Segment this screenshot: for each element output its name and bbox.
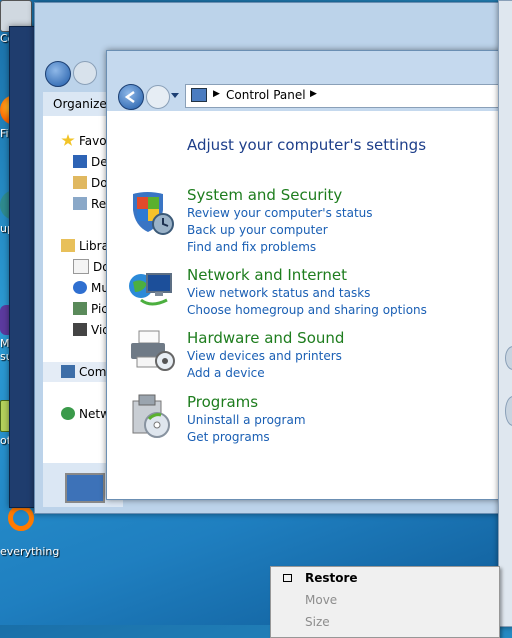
- printer-icon: [127, 327, 175, 375]
- menu-item-label: Size: [305, 615, 330, 629]
- pictures-icon: [73, 302, 87, 315]
- category-network-internet: Network and Internet View network status…: [129, 266, 427, 319]
- menu-item-label: Move: [305, 593, 338, 607]
- menu-item-label: Restore: [305, 571, 358, 585]
- star-icon: [61, 134, 75, 146]
- recent-icon: [73, 197, 87, 210]
- find-fix-problems-link[interactable]: Find and fix problems: [187, 239, 373, 256]
- control-panel-window: ▶ Control Panel ▶ Adjust your computer's…: [106, 50, 502, 500]
- address-bar[interactable]: ▶ Control Panel ▶: [185, 84, 502, 108]
- everything-icon: [8, 505, 34, 531]
- programs-title[interactable]: Programs: [187, 393, 306, 412]
- homegroup-sharing-link[interactable]: Choose homegroup and sharing options: [187, 302, 427, 319]
- restore-menu-item[interactable]: Restore: [271, 567, 499, 589]
- computer-icon: [65, 473, 105, 503]
- review-status-link[interactable]: Review your computer's status: [187, 205, 373, 222]
- libraries-icon: [61, 239, 75, 252]
- tree-item-pictures[interactable]: Pic: [73, 299, 108, 319]
- view-network-status-link[interactable]: View network status and tasks: [187, 285, 427, 302]
- size-menu-item[interactable]: Size: [271, 611, 499, 633]
- tree-item-label: Re: [91, 197, 107, 211]
- recent-pages-button[interactable]: [171, 93, 179, 98]
- tree-item-recent[interactable]: Re: [73, 194, 106, 214]
- explorer-back-button[interactable]: [45, 61, 71, 87]
- tree-item-favorites[interactable]: Favo: [61, 131, 107, 151]
- music-icon: [73, 281, 87, 294]
- explorer-forward-button[interactable]: [73, 61, 97, 85]
- chevron-right-icon[interactable]: ▶: [310, 89, 317, 99]
- page-title: Adjust your computer's settings: [187, 136, 427, 154]
- organize-button[interactable]: Organize: [53, 97, 107, 111]
- scroll-circle[interactable]: [505, 346, 512, 370]
- tree-item-label: Com: [79, 365, 107, 379]
- category-programs: Programs Uninstall a program Get program…: [132, 393, 306, 446]
- tree-item-videos[interactable]: Vid: [73, 320, 110, 340]
- videos-icon: [73, 323, 87, 336]
- tree-item-libraries[interactable]: Libra: [61, 236, 109, 256]
- back-up-link[interactable]: Back up your computer: [187, 222, 373, 239]
- system-security-title[interactable]: System and Security: [187, 186, 373, 205]
- downloads-icon: [73, 176, 87, 189]
- tree-item-label: Favo: [79, 134, 107, 148]
- documents-icon: [73, 259, 89, 274]
- content-area: Adjust your computer's settings System a…: [107, 111, 501, 499]
- control-panel-icon: [191, 88, 207, 102]
- network-globe-icon: [127, 266, 175, 314]
- tree-item-label: Libra: [79, 239, 109, 253]
- tree-item-network[interactable]: Netw: [61, 404, 110, 424]
- window-context-menu: Restore Move Size: [270, 566, 500, 638]
- breadcrumb[interactable]: Control Panel: [226, 88, 306, 102]
- tree-item-documents[interactable]: Do: [73, 257, 110, 277]
- back-button[interactable]: [118, 84, 144, 110]
- scroll-circle[interactable]: [505, 396, 512, 426]
- category-system-security: System and Security Review your computer…: [133, 186, 373, 256]
- get-programs-link[interactable]: Get programs: [187, 429, 306, 446]
- chevron-right-icon[interactable]: ▶: [213, 89, 220, 99]
- shield-icon: [127, 188, 175, 236]
- restore-icon: [283, 574, 292, 582]
- programs-icon: [127, 393, 175, 441]
- network-internet-title[interactable]: Network and Internet: [187, 266, 427, 285]
- devices-printers-link[interactable]: View devices and printers: [187, 348, 344, 365]
- hardware-sound-title[interactable]: Hardware and Sound: [187, 329, 344, 348]
- uninstall-program-link[interactable]: Uninstall a program: [187, 412, 306, 429]
- right-background-window: [498, 0, 512, 627]
- forward-button[interactable]: [146, 85, 170, 109]
- computer-icon: [61, 365, 75, 378]
- add-device-link[interactable]: Add a device: [187, 365, 344, 382]
- tree-item-downloads[interactable]: Do: [73, 173, 108, 193]
- desktop-icon-label: everything: [0, 545, 60, 558]
- desktop-icon: [73, 155, 87, 168]
- move-menu-item[interactable]: Move: [271, 589, 499, 611]
- tree-item-music[interactable]: Mu: [73, 278, 109, 298]
- tree-item-desktop[interactable]: De: [73, 152, 108, 172]
- network-icon: [61, 407, 75, 420]
- category-hardware-sound: Hardware and Sound View devices and prin…: [131, 329, 344, 382]
